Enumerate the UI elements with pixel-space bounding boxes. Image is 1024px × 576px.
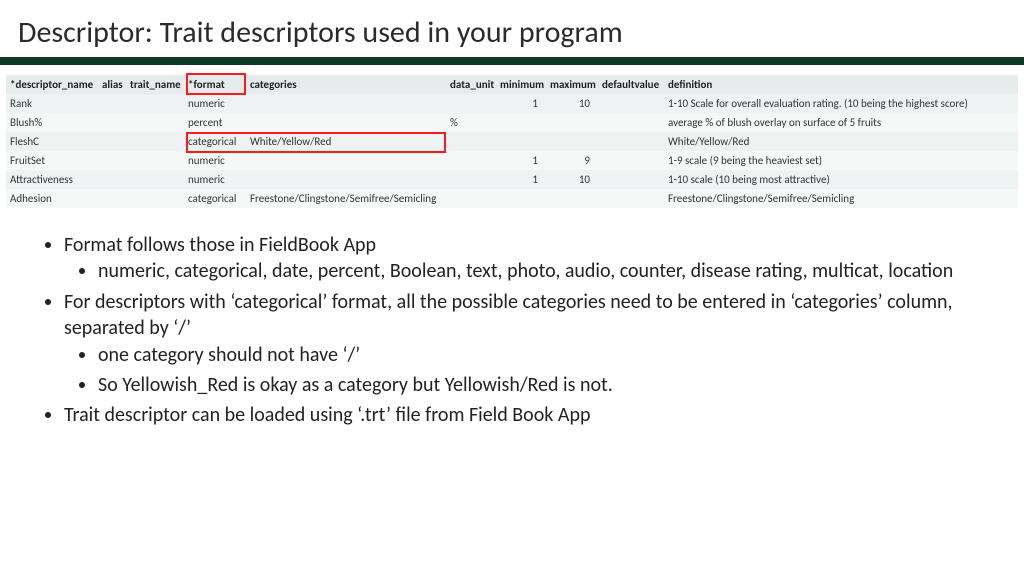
cell-categories: Freestone/Clingstone/Semifree/Semicling (246, 189, 446, 208)
bullet-2: For descriptors with ‘categorical’ forma… (64, 289, 996, 399)
cell-alias (98, 170, 126, 189)
cell-data_unit: % (446, 113, 496, 132)
cell-data_unit (446, 151, 496, 170)
cell-defaultvalue (598, 189, 664, 208)
bullet-1a: numeric, categorical, date, percent, Boo… (98, 258, 996, 284)
cell-trait_name (126, 94, 184, 113)
cell-maximum: 10 (546, 94, 598, 113)
cell-trait_name (126, 151, 184, 170)
cell-alias (98, 151, 126, 170)
cell-minimum: 1 (496, 151, 546, 170)
cell-defaultvalue (598, 170, 664, 189)
cell-definition: Freestone/Clingstone/Semifree/Semicling (664, 189, 1018, 208)
cell-data_unit (446, 170, 496, 189)
cell-maximum: 9 (546, 151, 598, 170)
cell-format: categorical (184, 189, 246, 208)
cell-minimum: 1 (496, 94, 546, 113)
table-header-row: *descriptor_name alias trait_name *forma… (6, 75, 1018, 94)
bullet-3: Trait descriptor can be loaded using ‘.t… (64, 402, 996, 428)
table-row: Rank numeric 110 1-10 Scale for overall eva… (6, 94, 1018, 113)
cell-format: numeric (184, 94, 246, 113)
table-row: FleshCcategoricalWhite/Yellow/RedWhite/Y… (6, 132, 1018, 151)
cell-categories (246, 113, 446, 132)
cell-trait_name (126, 132, 184, 151)
cell-format: categorical (184, 132, 246, 151)
cell-minimum (496, 113, 546, 132)
cell-definition: average % of blush overlay on surface of… (664, 113, 1018, 132)
cell-descriptor_name: Blush% (6, 113, 98, 132)
bullet-1: Format follows those in FieldBook App nu… (64, 232, 996, 285)
descriptor-table-wrap: *descriptor_name alias trait_name *forma… (0, 65, 1024, 214)
col-defaultvalue: defaultvalue (598, 75, 664, 94)
cell-descriptor_name: Rank (6, 94, 98, 113)
cell-definition: White/Yellow/Red (664, 132, 1018, 151)
bullet-2b: So Yellowish_Red is okay as a category b… (98, 372, 996, 398)
cell-trait_name (126, 170, 184, 189)
table-row: Attractiveness numeric 110 1-10 scale (10 b… (6, 170, 1018, 189)
col-descriptor-name: *descriptor_name (6, 75, 98, 94)
cell-data_unit (446, 132, 496, 151)
bullet-list: Format follows those in FieldBook App nu… (0, 214, 1024, 429)
cell-format: numeric (184, 151, 246, 170)
cell-defaultvalue (598, 151, 664, 170)
bullet-2a: one category should not have ‘/’ (98, 342, 996, 368)
cell-defaultvalue (598, 113, 664, 132)
cell-maximum (546, 132, 598, 151)
cell-maximum: 10 (546, 170, 598, 189)
cell-descriptor_name: FruitSet (6, 151, 98, 170)
cell-descriptor_name: Adhesion (6, 189, 98, 208)
cell-categories (246, 170, 446, 189)
cell-categories (246, 94, 446, 113)
cell-minimum: 1 (496, 170, 546, 189)
cell-trait_name (126, 113, 184, 132)
col-categories: categories (246, 75, 446, 94)
cell-alias (98, 189, 126, 208)
col-maximum: maximum (546, 75, 598, 94)
cell-descriptor_name: FleshC (6, 132, 98, 151)
col-minimum: minimum (496, 75, 546, 94)
cell-data_unit (446, 189, 496, 208)
col-format: *format (184, 75, 246, 94)
title-divider (0, 57, 1024, 65)
slide-title: Descriptor: Trait descriptors used in yo… (18, 14, 1006, 51)
cell-categories: White/Yellow/Red (246, 132, 446, 151)
cell-minimum (496, 132, 546, 151)
cell-categories (246, 151, 446, 170)
cell-trait_name (126, 189, 184, 208)
col-definition: definition (664, 75, 1018, 94)
cell-maximum (546, 113, 598, 132)
cell-alias (98, 132, 126, 151)
cell-defaultvalue (598, 132, 664, 151)
col-alias: alias (98, 75, 126, 94)
cell-minimum (496, 189, 546, 208)
cell-alias (98, 113, 126, 132)
cell-maximum (546, 189, 598, 208)
cell-format: numeric (184, 170, 246, 189)
cell-descriptor_name: Attractiveness (6, 170, 98, 189)
col-trait-name: trait_name (126, 75, 184, 94)
table-row: FruitSet numeric 19 1-9 scale (9 being the … (6, 151, 1018, 170)
cell-definition: 1-9 scale (9 being the heaviest set) (664, 151, 1018, 170)
descriptor-table: *descriptor_name alias trait_name *forma… (6, 75, 1018, 208)
cell-format: percent (184, 113, 246, 132)
cell-definition: 1-10 scale (10 being most attractive) (664, 170, 1018, 189)
cell-defaultvalue (598, 94, 664, 113)
cell-alias (98, 94, 126, 113)
cell-data_unit (446, 94, 496, 113)
cell-definition: 1-10 Scale for overall evaluation rating… (664, 94, 1018, 113)
table-row: Blush% percent% average % of blush overlay… (6, 113, 1018, 132)
table-row: AdhesioncategoricalFreestone/Clingstone/… (6, 189, 1018, 208)
col-data-unit: data_unit (446, 75, 496, 94)
